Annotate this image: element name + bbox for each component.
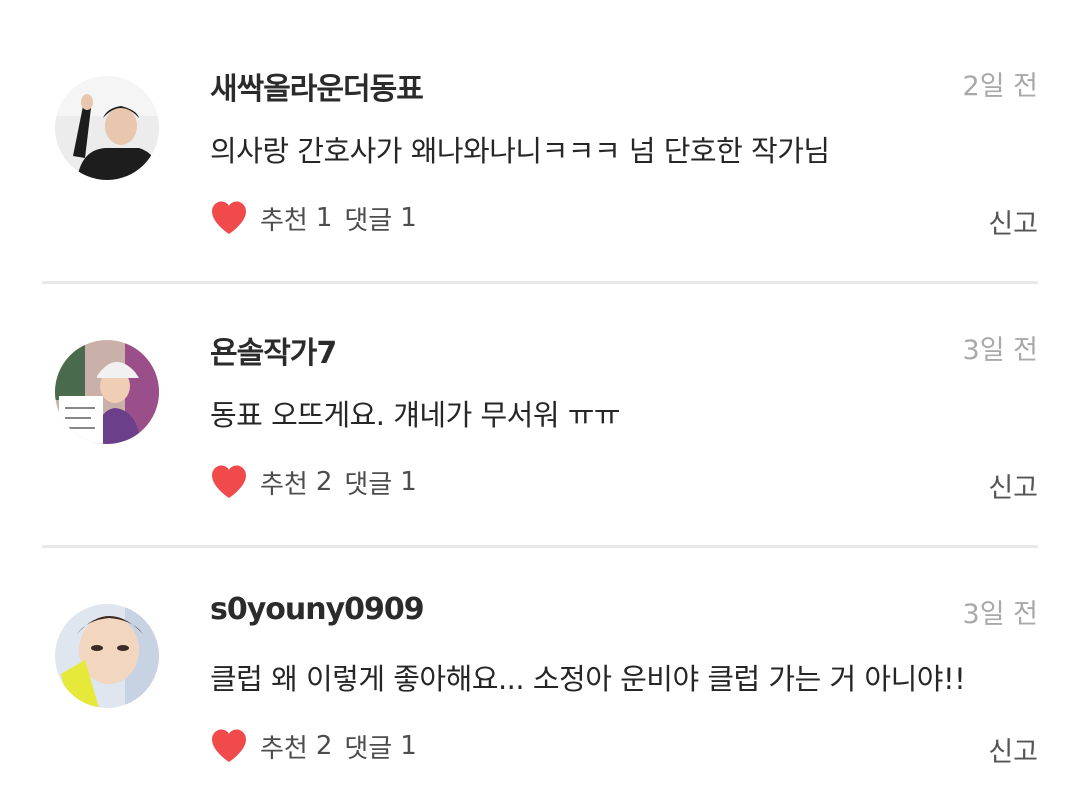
comment-time: 2일 전 [962, 71, 1038, 102]
heart-icon[interactable] [210, 728, 248, 764]
report-button[interactable]: 신고 [988, 202, 1038, 241]
comment-username[interactable]: 새싹올라운더동표 [210, 64, 424, 108]
like-count: 2 [315, 731, 333, 761]
comment-item: s0youny0909 3일 전 클럽 왜 이렇게 좋아해요... 소정아 운비… [0, 548, 1080, 812]
comment-text: 클럽 왜 이렇게 좋아해요... 소정아 운비야 클럽 가는 거 아니야!! [210, 662, 966, 696]
like-label[interactable]: 추천 [260, 728, 308, 765]
comment-text: 동표 오뜨게요. 걔네가 무서워 ㅠㅠ [210, 398, 621, 432]
comment-time: 3일 전 [962, 335, 1038, 366]
reply-count: 1 [400, 203, 417, 233]
comment-time: 3일 전 [962, 599, 1038, 630]
comment-text: 의사랑 간호사가 왜나와나니ㅋㅋㅋ 넘 단호한 작가님 [210, 134, 830, 168]
comment-item: 새싹올라운더동표 2일 전 의사랑 간호사가 왜나와나니ㅋㅋㅋ 넘 단호한 작가… [0, 20, 1080, 284]
like-label[interactable]: 추천 [260, 200, 308, 237]
avatar[interactable] [55, 340, 159, 444]
comment-actions: 추천 2 댓글 1 [210, 726, 429, 766]
heart-icon[interactable] [210, 200, 248, 236]
reply-label[interactable]: 댓글 [344, 728, 392, 765]
comment-actions: 추천 1 댓글 1 [210, 198, 429, 238]
report-button[interactable]: 신고 [988, 730, 1038, 769]
comment-item: 욘솔작가7 3일 전 동표 오뜨게요. 걔네가 무서워 ㅠㅠ 추천 2 댓글 1… [0, 284, 1080, 548]
avatar[interactable] [55, 604, 159, 708]
avatar[interactable] [55, 76, 159, 180]
comment-username[interactable]: 욘솔작가7 [210, 328, 337, 372]
like-label[interactable]: 추천 [260, 464, 308, 501]
like-count: 1 [315, 203, 333, 233]
heart-icon[interactable] [210, 464, 248, 500]
reply-label[interactable]: 댓글 [344, 200, 392, 237]
like-count: 2 [315, 467, 333, 497]
reply-label[interactable]: 댓글 [344, 464, 392, 501]
reply-count: 1 [400, 467, 417, 497]
comment-actions: 추천 2 댓글 1 [210, 462, 429, 502]
comment-username[interactable]: s0youny0909 [210, 592, 425, 627]
report-button[interactable]: 신고 [988, 466, 1038, 505]
reply-count: 1 [400, 731, 417, 761]
